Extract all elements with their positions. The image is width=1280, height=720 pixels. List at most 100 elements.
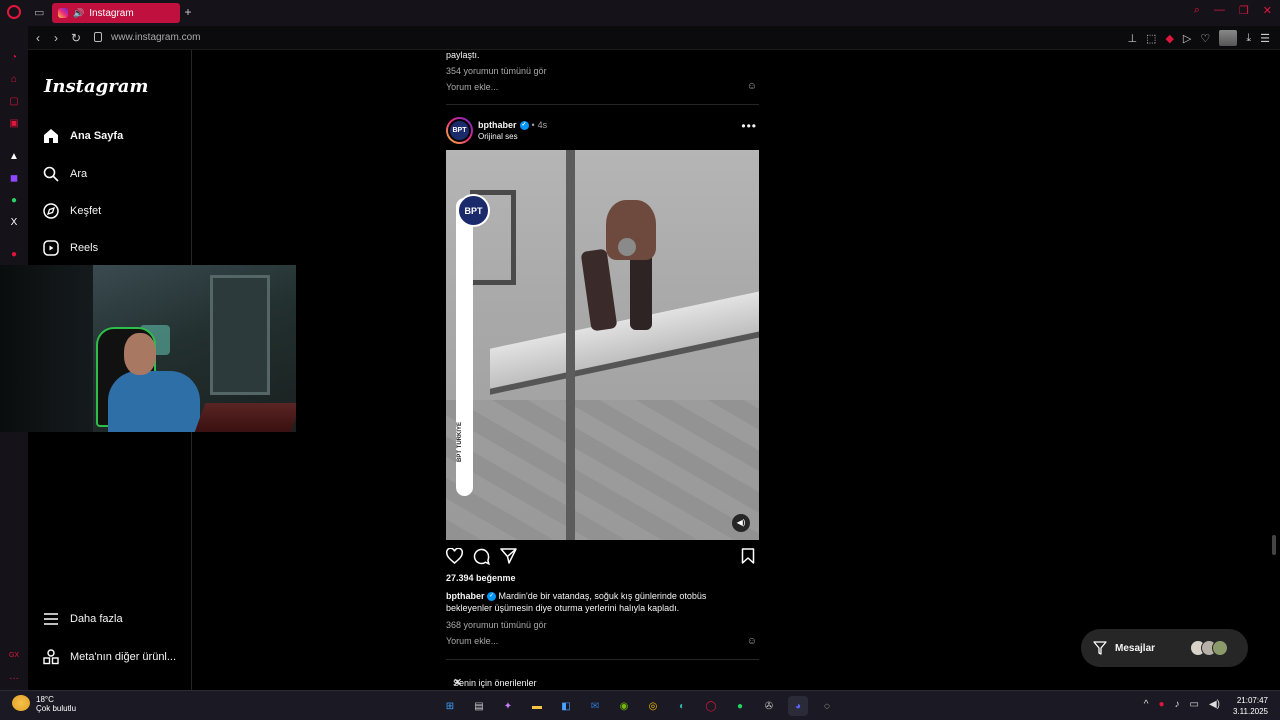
feed: paylaştı. 354 yorumun tümünü gör Yorum e… [446, 50, 759, 690]
music-player-icon[interactable]: ● [8, 249, 20, 261]
nav-reels[interactable]: Reels [42, 239, 98, 257]
maximize-button[interactable]: ❐ [1239, 4, 1249, 17]
weather-condition: Çok bulutlu [36, 704, 77, 713]
nav-meta-apps[interactable]: Meta'nın diğer ürünl... [42, 648, 176, 666]
easy-setup-icon[interactable]: ☰ [1260, 32, 1270, 45]
download-icon[interactable]: ⤓ [1246, 32, 1251, 45]
player-icon[interactable]: ▷ [1183, 32, 1191, 45]
heart-icon[interactable]: ♡ [1200, 32, 1210, 45]
chevron-up-icon[interactable]: ^ [1144, 699, 1149, 710]
back-button[interactable]: ‹ [36, 31, 40, 45]
store-icon[interactable]: ◧ [556, 696, 576, 716]
twitch-icon[interactable]: ◼ [8, 173, 20, 185]
post-divider [446, 659, 759, 660]
clock[interactable]: 21:07:47 3.11.2025 [1233, 695, 1268, 717]
vpn-shield-icon[interactable]: ◆ [1165, 32, 1173, 45]
apps-icon [42, 648, 60, 666]
discord-icon[interactable]: ◕ [788, 696, 808, 716]
prev-post-add-comment[interactable]: Yorum ekle... [446, 82, 498, 92]
weather-widget[interactable]: 18°C Çok bulutlu [12, 695, 76, 713]
microphone-icon[interactable]: ♪ [1175, 699, 1180, 710]
url-field[interactable]: www.instagram.com [111, 32, 200, 43]
post-username-row: bpthaber ✓ • 4s [478, 120, 547, 130]
post-username[interactable]: bpthaber [478, 120, 517, 130]
post-options-icon[interactable]: ••• [741, 119, 757, 133]
nav-more-label: Daha fazla [70, 613, 123, 625]
webcam-door [210, 275, 270, 395]
search-tabs-icon[interactable]: ⌕ [1194, 4, 1200, 17]
speaker-icon[interactable]: 🔊 [73, 8, 84, 19]
scrollbar[interactable] [1272, 535, 1276, 555]
instagram-favicon-icon [58, 8, 68, 18]
x-icon[interactable]: X [8, 217, 20, 229]
like-count[interactable]: 27.394 beğenme [446, 573, 516, 583]
comment-icon[interactable] [473, 548, 491, 566]
share-icon[interactable] [500, 548, 518, 566]
prev-post-view-comments[interactable]: 354 yorumun tümünü gör [446, 66, 547, 76]
new-tab-button[interactable]: + [182, 5, 194, 19]
profile-avatar[interactable] [1219, 30, 1238, 46]
tab-instagram[interactable]: 🔊 Instagram [52, 3, 180, 23]
add-comment-input[interactable]: Yorum ekle... [446, 636, 498, 646]
post-audio[interactable]: Orijinal ses [478, 132, 518, 141]
mute-button[interactable]: ◀) [732, 514, 750, 532]
opera-logo-icon[interactable] [7, 5, 21, 19]
obs-icon[interactable]: ◌ [817, 696, 837, 716]
caption-username[interactable]: bpthaber [446, 591, 485, 601]
nav-more[interactable]: Daha fazla [42, 610, 123, 628]
start-icon[interactable]: ⊞ [440, 696, 460, 716]
copilot-icon[interactable]: ✦ [498, 696, 518, 716]
display-icon[interactable]: ▭ [1190, 699, 1199, 710]
twitch-alt-icon[interactable]: ▢ [8, 96, 20, 108]
home-icon [42, 127, 60, 145]
whatsapp-icon[interactable]: ● [8, 195, 20, 207]
edge-icon[interactable]: ◐ [672, 696, 692, 716]
store-icon[interactable]: ⌂ [8, 74, 20, 86]
nvidia-icon[interactable]: ◉ [614, 696, 634, 716]
opera-tray-icon[interactable]: ● [1158, 699, 1164, 710]
nav-reels-label: Reels [70, 242, 99, 254]
opera-gx-icon[interactable]: ◯ [701, 696, 721, 716]
extension-icons: ⊥ ⬚ ◆ ▷ ♡ ⤓ ☰ [1127, 30, 1270, 46]
reload-button[interactable]: ↻ [71, 31, 81, 45]
close-button[interactable]: ✕ [1263, 4, 1272, 17]
gx-corner-icon[interactable]: ▣ [8, 118, 20, 130]
close-icon[interactable]: ✕ [453, 676, 759, 689]
snapshot-icon[interactable]: ⬚ [1146, 32, 1156, 45]
post-video[interactable]: BPT BPT TÜRKİYE ◀) [446, 150, 759, 540]
tab-islands-icon[interactable]: ▭ [34, 6, 46, 19]
messages-label: Mesajlar [1115, 642, 1156, 654]
nav-search[interactable]: Ara [42, 165, 87, 183]
speed-dial-icon[interactable]: ◔ [8, 52, 20, 64]
volume-icon[interactable]: ◀) [1209, 699, 1220, 710]
webcam-person-head [124, 333, 156, 375]
file-explorer-icon[interactable]: ▬ [527, 696, 547, 716]
nav-home[interactable]: Ana Sayfa [42, 127, 123, 145]
emoji-icon[interactable]: ☺ [747, 636, 757, 647]
chrome-icon[interactable]: ◎ [643, 696, 663, 716]
steam-icon[interactable]: ✇ [759, 696, 779, 716]
taskbar: 18°C Çok bulutlu ⊞ ▤ ✦ ▬ ◧ ✉ ◉ ◎ ◐ ◯ ● ✇… [0, 690, 1280, 720]
gx-icon[interactable]: GX [8, 650, 20, 662]
video-person-leg [630, 250, 652, 330]
messages-button[interactable]: Mesajlar [1081, 629, 1248, 667]
minimize-button[interactable]: — [1214, 4, 1225, 17]
view-comments-link[interactable]: 368 yorumun tümünü gör [446, 620, 547, 630]
nav-explore-label: Keşfet [70, 205, 102, 217]
aria-icon[interactable]: ▲ [8, 151, 20, 163]
emoji-icon[interactable]: ☺ [747, 81, 757, 92]
more-icon[interactable]: … [8, 671, 20, 683]
like-icon[interactable] [446, 547, 464, 566]
forward-button[interactable]: › [54, 31, 58, 45]
post-caption: bpthaber ✓ Mardin'de bir vatandaş, soğuk… [446, 590, 746, 614]
spotify-icon[interactable]: ● [730, 696, 750, 716]
nav-explore[interactable]: Keşfet [42, 202, 101, 220]
post-avatar[interactable]: BPT [446, 117, 473, 144]
task-view-icon[interactable]: ▤ [469, 696, 489, 716]
outlook-icon[interactable]: ✉ [585, 696, 605, 716]
taskbar-apps: ⊞ ▤ ✦ ▬ ◧ ✉ ◉ ◎ ◐ ◯ ● ✇ ◕ ◌ [440, 696, 837, 716]
pin-icon[interactable]: ⊥ [1127, 32, 1137, 45]
instagram-logo[interactable]: Instagram [44, 76, 148, 97]
save-icon[interactable] [741, 548, 759, 566]
message-avatars [1190, 640, 1228, 656]
